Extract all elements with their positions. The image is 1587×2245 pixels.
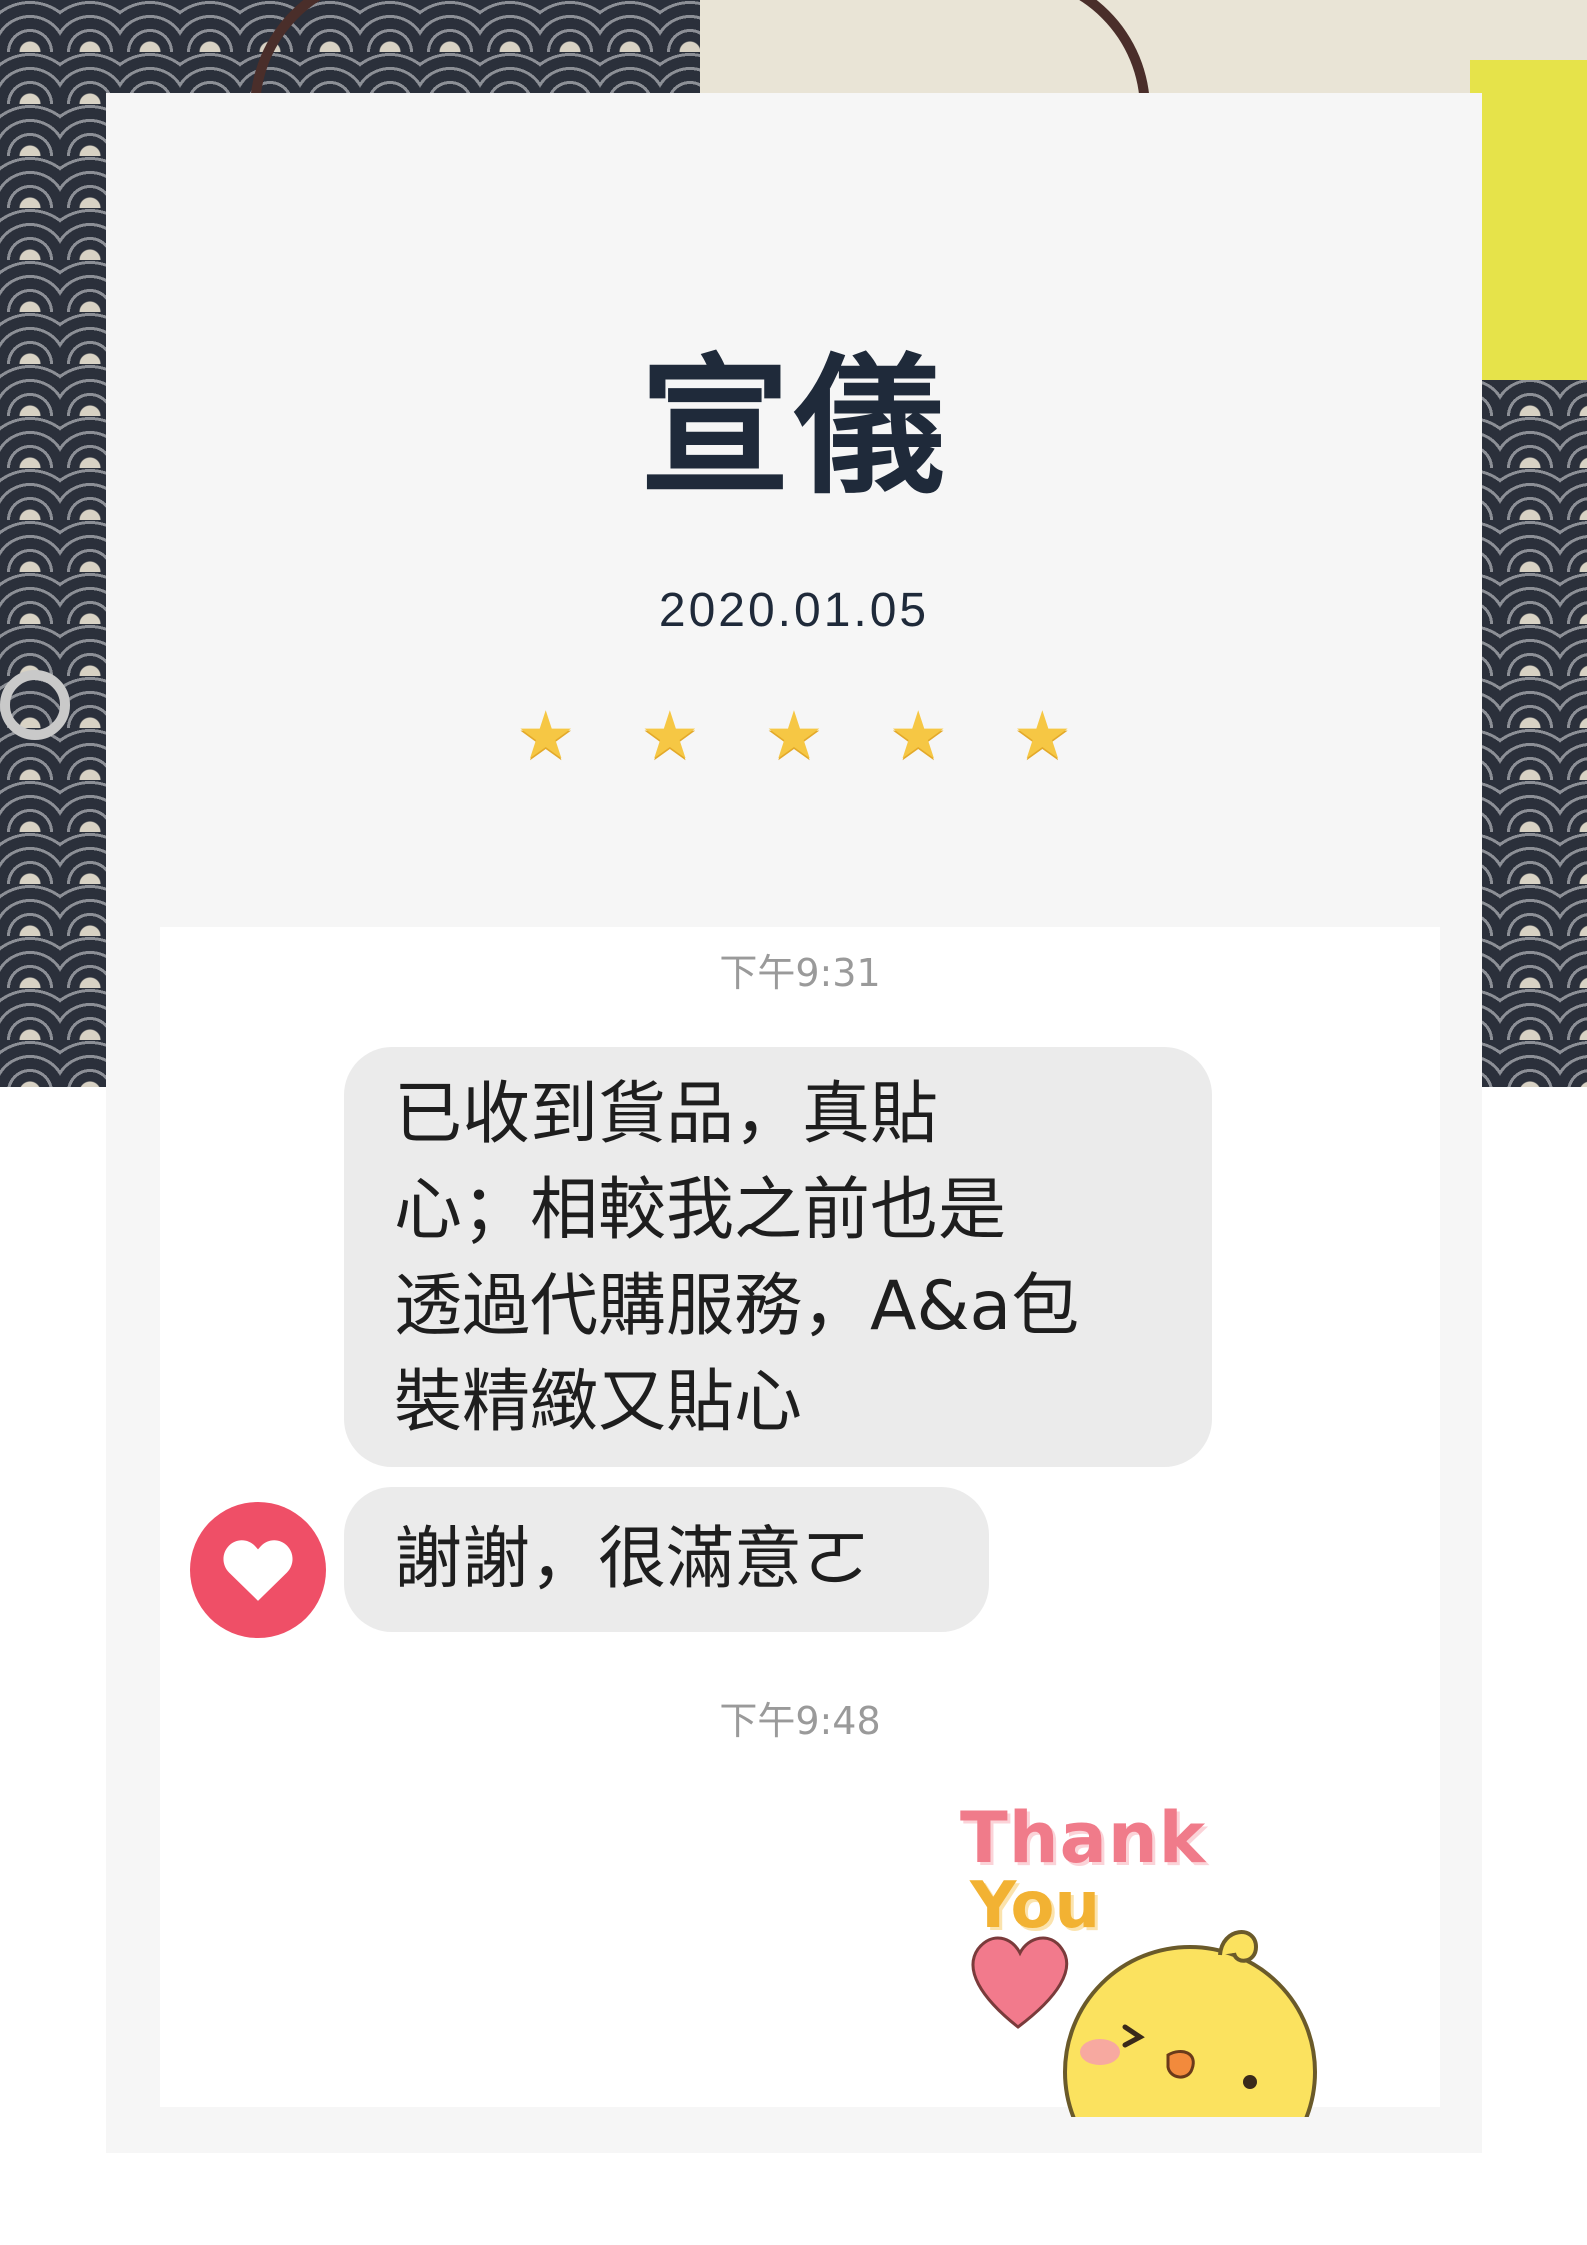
star-icon: ★ — [516, 697, 576, 774]
review-date: 2020.01.05 — [658, 584, 930, 637]
message-text: 謝謝，很滿意ㄛ — [394, 1519, 871, 1599]
chat-screenshot: 下午9:31 已收到貨品，真貼 心；相較我之前也是 透過代購服務，A&a包 裝精… — [160, 927, 1440, 2117]
message-bubble[interactable]: 謝謝，很滿意ㄛ — [344, 1487, 989, 1632]
star-rating: ★ ★ ★ ★ ★ — [106, 703, 1482, 769]
star-icon: ★ — [640, 697, 700, 774]
message-line: 已收到貨品，真貼 — [394, 1075, 939, 1154]
message-bubble[interactable]: 已收到貨品，真貼 心；相較我之前也是 透過代購服務，A&a包 裝精緻又貼心 — [344, 1047, 1212, 1467]
chat-timestamp: 下午9:48 — [719, 1699, 881, 1743]
star-icon: ★ — [1012, 697, 1072, 774]
bag-ring-image — [0, 670, 70, 740]
message-line: 透過代購服務，A&a包 — [394, 1267, 1080, 1346]
thank-you-sticker[interactable]: Thank You — [960, 1797, 1380, 2117]
chat-timestamp: 下午9:31 — [719, 951, 881, 995]
heart-icon — [223, 1540, 293, 1601]
magazine-cover-accent — [1470, 60, 1587, 380]
chick-character-image — [971, 1930, 1317, 2117]
reviewer-name: 宣儀 — [639, 341, 948, 515]
heart-reaction-badge[interactable] — [190, 1502, 326, 1638]
star-icon: ★ — [888, 697, 948, 774]
message-line: 裝精緻又貼心 — [394, 1363, 803, 1442]
message-line: 心；相較我之前也是 — [394, 1171, 1007, 1250]
star-icon: ★ — [764, 697, 824, 774]
